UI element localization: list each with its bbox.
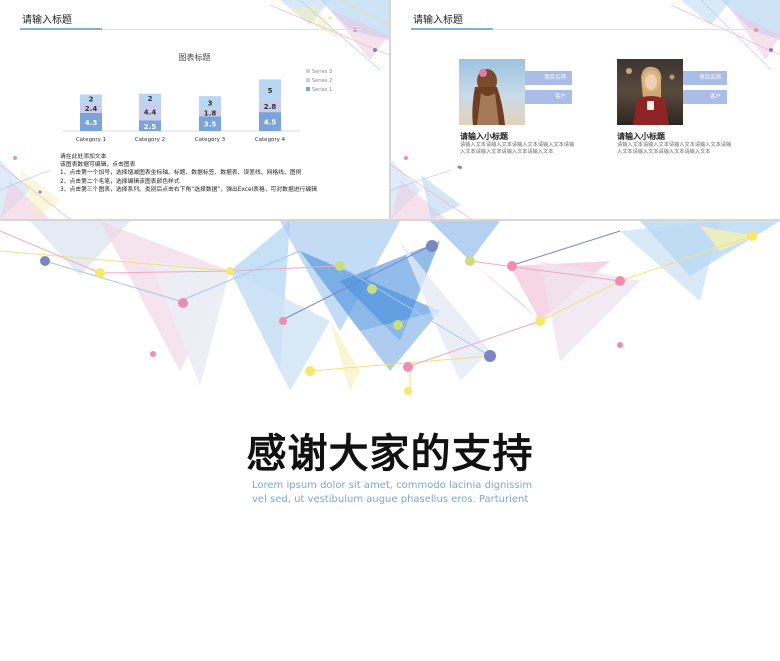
- legend-swatch: [306, 87, 310, 91]
- category-tick-label: Category 2: [135, 137, 165, 143]
- slide-1-thumbnail[interactable]: 请输入标题 图表标题 4.3 2.4 2 Category 1 2.5 4.4 2 Categ…: [0, 0, 389, 219]
- legend-entry: Series 2: [312, 78, 332, 84]
- card-body-text: 请输入文本请输入文本请输入文本请输入文本请输入文本请输入文本请输入文本请输入文本: [460, 142, 575, 155]
- data-label: 3.5: [204, 121, 217, 129]
- note-line: 2、点击第二个毛笔，选择编辑该图表颜色样式: [60, 178, 180, 185]
- legend-swatch: [306, 69, 310, 73]
- profile-photo-woman-cafe: [617, 59, 683, 125]
- category-tick-label: Category 4: [255, 137, 286, 143]
- note-line: 请在此处添加文本: [60, 154, 107, 160]
- data-label: 4.4: [144, 108, 157, 116]
- slide-2-thumbnail[interactable]: 请输入标题 项目名称 客户 请输入小标题 请输入文本请输入文本请输入文本请输入文…: [391, 0, 780, 219]
- card-subtitle: 请输入小标题: [460, 132, 508, 141]
- client-tag: 客户: [683, 90, 727, 104]
- geometric-decoration-top-right: [671, 0, 780, 70]
- card-subtitle: 请输入小标题: [617, 132, 665, 141]
- category-tick-label: Category 1: [76, 137, 106, 143]
- data-label: 2.4: [85, 105, 98, 113]
- chart-instructions: 请在此处添加文本 该图表数据可编辑，点击图表 1、点击第一个加号，选择增减图表坐…: [60, 153, 317, 194]
- title-underline: [411, 28, 493, 30]
- geometric-decoration-bottom-left: [391, 156, 472, 219]
- legend-swatch: [306, 78, 310, 82]
- profile-photo-woman-beach: [459, 59, 525, 125]
- data-label: 5: [268, 87, 273, 95]
- data-label: 3: [208, 99, 213, 107]
- data-label: 2: [89, 96, 94, 104]
- card-body-text: 请输入文本请输入文本请输入文本请输入文本请输入文本请输入文本请输入文本请输入文本: [617, 142, 732, 155]
- project-name-tag: 项目名称: [525, 71, 572, 85]
- data-label: 4.5: [264, 119, 277, 127]
- project-name-tag: 项目名称: [683, 71, 727, 85]
- subtext-paragraph: Lorem ipsum dolor sit amet, commodo laci…: [252, 480, 533, 505]
- data-label: 2.5: [144, 123, 157, 131]
- geometric-network-decoration: [0, 221, 780, 395]
- category-tick-label: Category 3: [195, 137, 226, 143]
- slide-title: 请输入标题: [413, 15, 463, 26]
- legend-entry: Series 1: [312, 87, 332, 93]
- data-label: 4.3: [85, 119, 98, 127]
- note-line: 3、点击第三个图表，选择系列、类别后点击右下角“选择数据”，弹出Excel表格，…: [60, 186, 317, 193]
- legend-entry: Series 3: [312, 69, 332, 75]
- slide-3-main[interactable]: 感谢大家的支持 Lorem ipsum dolor sit amet, comm…: [0, 221, 780, 661]
- data-label: 2: [148, 95, 153, 103]
- note-line: 1、点击第一个加号，选择增减图表坐标轴、标题、数据标签、数据表、误差线、网格线、…: [60, 170, 302, 177]
- data-label: 1.8: [204, 110, 217, 118]
- title-underline-extension: [493, 28, 753, 30]
- data-label: 2.8: [264, 103, 277, 111]
- client-tag: 客户: [525, 90, 572, 104]
- thank-you-headline: 感谢大家的支持: [246, 431, 534, 477]
- bullet-dot: [459, 166, 462, 169]
- note-line: 该图表数据可编辑，点击图表: [60, 162, 136, 169]
